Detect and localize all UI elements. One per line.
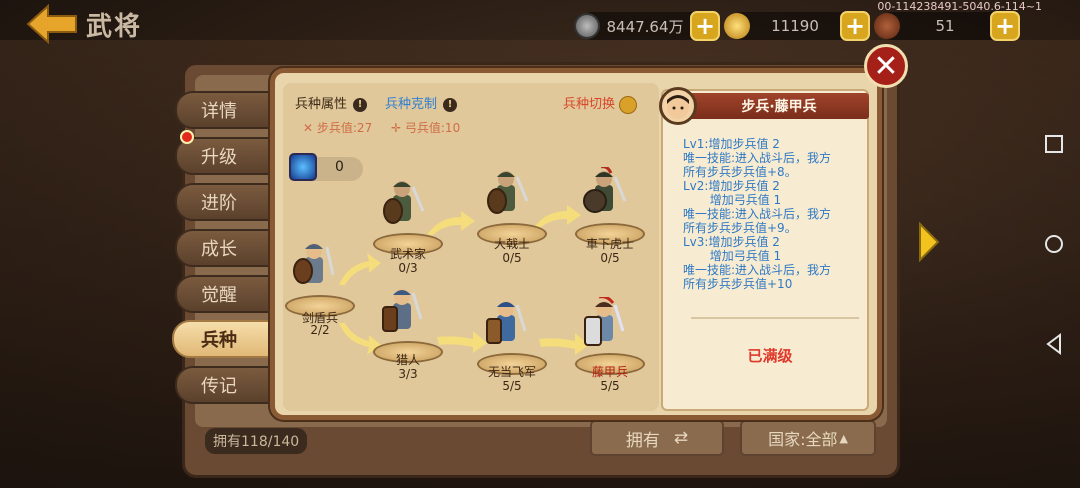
add-silver-button[interactable]: + bbox=[690, 11, 720, 41]
unit-name: 猎人 bbox=[395, 353, 420, 367]
coin-icon bbox=[619, 95, 638, 114]
gem-count: 0 bbox=[335, 159, 344, 175]
soldier-icon bbox=[487, 171, 529, 214]
infantry-stat: ✕ 步兵值:27 bbox=[303, 119, 372, 136]
info-icon: ! bbox=[443, 97, 458, 112]
swap-icon: ⇄ bbox=[673, 428, 689, 448]
troop-attributes-label: 兵种属性 bbox=[295, 97, 348, 112]
crossed-swords-icon: ✕ bbox=[303, 121, 314, 135]
troop-switch-label: 兵种切换 bbox=[563, 97, 616, 112]
tab-troops[interactable]: 兵种 bbox=[172, 320, 274, 358]
gold-ingot-icon bbox=[724, 13, 750, 39]
add-food-button[interactable]: + bbox=[990, 11, 1020, 41]
tab-growth[interactable]: 成长 bbox=[175, 229, 271, 267]
soldier-icon bbox=[584, 297, 625, 346]
troop-switch-button[interactable]: 兵种切换 bbox=[563, 93, 638, 114]
soldier-icon bbox=[383, 181, 425, 224]
own-filter-button[interactable]: 拥有 ⇄ bbox=[590, 420, 724, 456]
hero-face-icon bbox=[667, 95, 689, 119]
meat-icon bbox=[874, 13, 900, 39]
recent-apps-icon[interactable] bbox=[1040, 130, 1068, 158]
silver-coin-icon bbox=[574, 13, 600, 39]
unit-count: 0/5 bbox=[502, 251, 522, 265]
tab-awaken[interactable]: 觉醒 bbox=[175, 275, 271, 313]
soldier-icon bbox=[382, 289, 423, 332]
unit-name: 大戟士 bbox=[493, 237, 530, 251]
tab-biography[interactable]: 传记 bbox=[175, 366, 271, 404]
country-filter-label: 国家:全部 bbox=[768, 430, 838, 449]
troop-counter[interactable]: 兵种克制! bbox=[385, 93, 458, 112]
archer-stat-value: 弓兵值:10 bbox=[404, 121, 461, 135]
hero-avatar bbox=[659, 87, 697, 125]
unit-name: 藤甲兵 bbox=[591, 365, 628, 379]
troop-name-plate: 步兵·藤甲兵 bbox=[689, 93, 869, 119]
max-level-status: 已满级 bbox=[747, 347, 793, 365]
unit-count: 0/3 bbox=[398, 261, 418, 275]
close-icon: ✕ bbox=[873, 48, 899, 84]
unit-name: 无当飞军 bbox=[487, 365, 536, 379]
triangle-up-icon: ▲ bbox=[839, 431, 848, 445]
country-filter-button[interactable]: 国家:全部 ▲ bbox=[740, 420, 876, 456]
back-button[interactable] bbox=[26, 3, 78, 45]
gold-resource: 11190 + bbox=[724, 11, 870, 41]
silver-resource: 8447.64万 + bbox=[574, 11, 720, 41]
unit-count: 5/5 bbox=[600, 379, 620, 393]
archer-stat: ✛ 弓兵值:10 bbox=[391, 119, 460, 136]
unit-count: 0/5 bbox=[600, 251, 620, 265]
soldier-icon bbox=[486, 301, 527, 344]
unit-count: 2/2 bbox=[310, 323, 330, 337]
troop-dialog: 兵种属性! 兵种克制! 兵种切换 ✕ 步兵值:27 ✛ 弓兵值:10 0 剑盾兵… bbox=[270, 68, 882, 420]
unit-name: 車下虎士 bbox=[585, 237, 634, 251]
owned-count: 拥有118/140 bbox=[205, 428, 308, 454]
unit-count: 5/5 bbox=[502, 379, 522, 393]
blue-gem-icon bbox=[289, 153, 317, 181]
crosshair-icon: ✛ bbox=[391, 121, 402, 135]
notification-dot bbox=[180, 130, 194, 144]
troop-counter-label: 兵种克制 bbox=[385, 97, 438, 112]
unit-count: 3/3 bbox=[398, 367, 418, 381]
tab-advance[interactable]: 进阶 bbox=[175, 183, 271, 221]
infantry-stat-value: 步兵值:27 bbox=[316, 121, 373, 135]
divider bbox=[691, 317, 859, 319]
info-icon: ! bbox=[353, 97, 368, 112]
arrow-right-icon bbox=[427, 211, 475, 235]
home-icon[interactable] bbox=[1040, 230, 1068, 258]
tab-details[interactable]: 详情 bbox=[175, 91, 271, 129]
close-button[interactable]: ✕ bbox=[864, 44, 908, 88]
soldier-icon bbox=[293, 243, 335, 284]
food-value: 51 bbox=[935, 17, 955, 35]
troop-attributes[interactable]: 兵种属性! bbox=[295, 93, 368, 112]
silver-value: 8447.64万 bbox=[606, 17, 684, 36]
troop-description: Lv1:增加步兵值 2 唯一技能:进入战斗后，我方 所有步兵步兵值+8。 Lv2… bbox=[683, 137, 832, 291]
gold-value: 11190 bbox=[771, 17, 819, 35]
add-gold-button[interactable]: + bbox=[840, 11, 870, 41]
back-arrow-icon bbox=[26, 3, 77, 45]
back-nav-icon[interactable] bbox=[1040, 330, 1068, 358]
food-resource: 51 + bbox=[874, 11, 1020, 41]
soldier-icon bbox=[583, 167, 627, 213]
page-title: 武将 bbox=[86, 12, 143, 42]
own-filter-label: 拥有 bbox=[625, 430, 660, 451]
unit-name: 武术家 bbox=[389, 247, 426, 261]
next-hero-arrow-icon[interactable] bbox=[918, 222, 940, 262]
